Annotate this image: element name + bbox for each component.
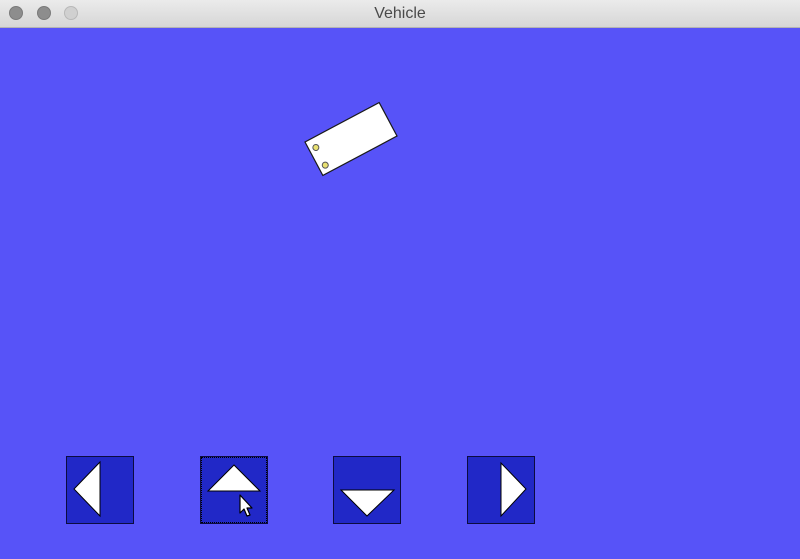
triangle-down-icon (339, 489, 396, 517)
window-title: Vehicle (374, 5, 426, 22)
vehicle (304, 101, 398, 177)
triangle-up-icon (206, 464, 262, 492)
title-bar[interactable]: Vehicle (0, 0, 800, 28)
app-window: Vehicle (0, 0, 800, 559)
down-button[interactable] (333, 456, 401, 524)
up-button[interactable] (200, 456, 268, 524)
left-button[interactable] (66, 456, 134, 524)
triangle-right-icon (500, 461, 527, 518)
drawing-canvas (0, 28, 800, 559)
triangle-left-icon (73, 460, 101, 518)
right-button[interactable] (467, 456, 535, 524)
vehicle-body (304, 101, 398, 177)
